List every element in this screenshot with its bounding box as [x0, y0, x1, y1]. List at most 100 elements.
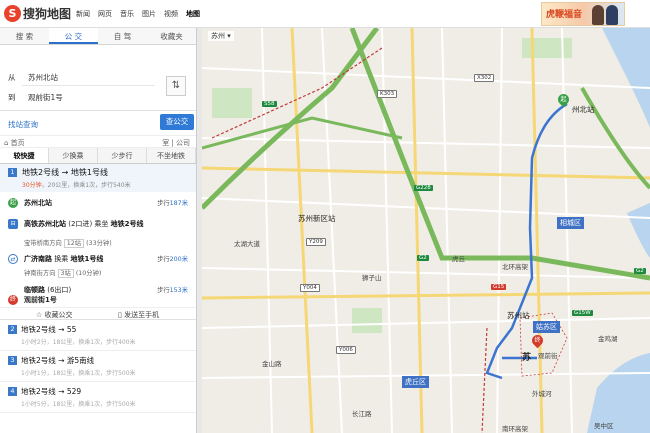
plan-summary: 1小时1分，18公里，换乘1次，步行500米: [21, 370, 136, 377]
map-label-suzhou-station: 苏州站: [507, 311, 530, 320]
ad-person-image: [592, 5, 604, 25]
plan-time: 30分钟: [22, 182, 42, 189]
to-input[interactable]: 观前街1号: [28, 92, 63, 103]
walk-meters: 187米: [169, 200, 188, 207]
road-shield-g15: G15: [491, 284, 507, 290]
board-line[interactable]: 地铁2号线: [111, 220, 144, 228]
road-shield-g228: G228: [414, 185, 433, 191]
end-marker-icon[interactable]: 终: [529, 332, 546, 349]
map-label-guanqian: 观前街: [538, 352, 558, 360]
city-selector[interactable]: 苏州 ▾: [208, 31, 234, 41]
search-row: 找站查询 查公交: [0, 111, 196, 135]
station-search-link[interactable]: 找站查询: [8, 119, 38, 130]
from-input[interactable]: 苏州北站: [28, 72, 58, 83]
tab-drive[interactable]: 自 驾: [98, 28, 147, 44]
transfer-change: 换乘: [54, 255, 69, 263]
start-station: 苏州北站: [24, 199, 52, 207]
home-crumb[interactable]: ⌂ 首页: [4, 138, 25, 148]
walk-distance: 步行200米: [157, 254, 188, 263]
map-label-su: 苏: [522, 353, 532, 363]
tab-fewer-transfers[interactable]: 少换乘: [49, 148, 98, 163]
tab-transit[interactable]: 公 交: [49, 28, 98, 44]
home-crumb-label: 首页: [10, 139, 25, 147]
search-transit-button[interactable]: 查公交: [160, 114, 194, 130]
road-shield-g2: G2: [417, 255, 429, 261]
walk-meters: 153米: [169, 287, 188, 294]
map-label-north-ring: 北环高架: [502, 263, 528, 271]
ad-banner[interactable]: 虎鞭福音: [541, 2, 625, 26]
plan-title: 地铁2号线 → 529: [21, 387, 82, 396]
plan-1-header[interactable]: 1 地铁2号线 → 地铁1号线 30分钟，20公里，换乘1次，步行540米: [0, 164, 196, 192]
nav-music[interactable]: 音乐: [120, 9, 134, 19]
plan-3[interactable]: 3 地铁2号线 → 游5南线 1小时1分，18公里，换乘1次，步行500米: [0, 351, 196, 382]
transfer-direction: 钟南街方向: [24, 270, 56, 277]
board-direction: 宝带桥南方向: [24, 240, 62, 247]
railway: [481, 327, 488, 433]
start-pin-icon: 起: [8, 198, 18, 208]
nav-web[interactable]: 网页: [98, 9, 112, 19]
nav-video[interactable]: 视频: [164, 9, 178, 19]
route-panel: 搜 索 公 交 自 驾 收藏夹 从 苏州北站 到 观前街1号 ⇅ 找站查询 查公…: [0, 28, 197, 433]
send-to-phone-button[interactable]: ▯ 发送至手机: [118, 310, 159, 320]
top-bar: S 搜狗地图 新闻 网页 音乐 图片 视频 地图 虎鞭福音: [0, 0, 650, 28]
nav-images[interactable]: 图片: [142, 9, 156, 19]
nav-news[interactable]: 新闻: [76, 9, 90, 19]
favorite-label: 收藏公交: [44, 311, 73, 319]
plan-1-expanded[interactable]: 1 地铁2号线 → 地铁1号线 30分钟，20公里，换乘1次，步行540米 起 …: [0, 164, 196, 320]
plan-number-badge: 2: [8, 325, 17, 334]
swap-icon[interactable]: ⇅: [166, 76, 186, 96]
transfer-line[interactable]: 地铁1号线: [70, 255, 103, 263]
road-shield-g2b: G2: [634, 268, 646, 274]
map-label-suzhou-north: 州北站: [572, 105, 595, 114]
from-row: 从 苏州北站: [8, 72, 58, 83]
ad-person-image: [606, 5, 618, 25]
sogou-map-logo[interactable]: S 搜狗地图: [4, 4, 71, 22]
tab-less-walking[interactable]: 少步行: [98, 148, 147, 163]
map-label-huqiu: 虎丘: [452, 255, 465, 263]
highway: [202, 116, 403, 150]
walk-prefix: 步行: [157, 256, 170, 263]
from-label: 从: [8, 73, 16, 82]
map-label-lion-mountain: 狮子山: [362, 274, 382, 282]
transfer-icon: ⇄: [8, 254, 18, 264]
plan-2[interactable]: 2 地铁2号线 → 55 1小时2分，18公里，换乘1次，步行400米: [0, 320, 196, 351]
plan-title: 地铁2号线 → 地铁1号线: [22, 168, 108, 177]
plan-number-badge: 1: [8, 168, 17, 177]
end-pin-icon: 终: [8, 295, 18, 305]
home-company-links[interactable]: 室 | 公司: [162, 138, 190, 148]
favorite-transit-button[interactable]: ☆ 收藏公交: [36, 310, 73, 320]
board-station: 高铁苏州北站: [24, 220, 66, 228]
nav-map[interactable]: 地图: [186, 9, 200, 19]
park-area: [522, 38, 572, 58]
road-shield-s58: S58: [262, 101, 277, 107]
start-marker-icon[interactable]: 起: [555, 91, 572, 108]
map-label-taihu-road: 太湖大道: [234, 240, 260, 248]
tab-fastest[interactable]: 较快捷: [0, 148, 49, 163]
tab-favorites[interactable]: 收藏夹: [147, 28, 196, 44]
plan-4[interactable]: 4 地铁2号线 → 529 1小时5分，18公里，换乘1次，步行500米: [0, 382, 196, 413]
ad-text: 虎鞭福音: [546, 10, 583, 20]
walk-prefix: 步行: [157, 200, 170, 207]
tab-search[interactable]: 搜 索: [0, 28, 49, 44]
district-badge-huqiu: 虎丘区: [402, 376, 429, 388]
transfer-stops[interactable]: 3站: [57, 269, 74, 278]
park-area: [352, 308, 382, 333]
road-shield-x302: X302: [474, 74, 495, 82]
plan-summary-rest: ，20公里，换乘1次，步行540米: [41, 182, 131, 189]
transfer-detail: 钟南街方向 3站 (10分钟): [24, 269, 102, 278]
to-label: 到: [8, 93, 16, 102]
subway-icon: ⊟: [8, 219, 18, 229]
map-label-south-ring: 南环高架: [502, 425, 528, 433]
alight-station: 临顿路: [24, 286, 45, 294]
walk-prefix: 步行: [157, 287, 170, 294]
walk-meters: 200米: [169, 256, 188, 263]
board-detail: 宝带桥南方向 12站 (33分钟): [24, 239, 112, 248]
alight-exit: 6出口: [49, 286, 69, 294]
plan-title: 地铁2号线 → 55: [21, 325, 77, 334]
tab-no-subway[interactable]: 不坐地铁: [147, 148, 196, 163]
map-graphics: [202, 28, 650, 433]
board-stops[interactable]: 12站: [63, 239, 85, 248]
map-label-suzhou-xinqu: 苏州新区站: [298, 214, 336, 223]
map-canvas[interactable]: 苏州 ▾ 起 州北站 终 苏 观前街 苏州新区站 苏州站 姑苏区 相城区 虎丘区…: [202, 28, 650, 433]
plan-actions: ☆ 收藏公交 ▯ 发送至手机: [0, 307, 196, 320]
